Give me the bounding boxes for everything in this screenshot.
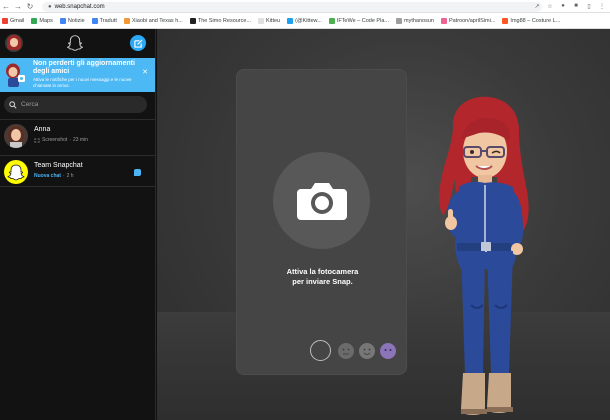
chat-name: Anna [34,126,51,133]
capture-button[interactable] [310,340,331,361]
bookmark-label: The Simo Resource... [197,17,252,24]
sidepanel-icon[interactable]: ▯ [585,2,593,10]
bookmark-favicon-icon [440,17,447,24]
lens-filter-icon[interactable] [338,343,354,359]
unread-chat-icon [134,169,141,176]
address-bar[interactable]: ● web.snapchat.com [42,2,542,12]
lens-filter-icon[interactable] [380,343,396,359]
chat-status: Nuova chat [34,173,61,179]
bookmark-label: (@Kittew... [295,17,322,24]
notification-subtitle[interactable]: Attiva le notifiche per i nuovi messaggi… [33,77,143,88]
menu-icon[interactable]: ⋮ [598,2,606,10]
chat-status-line: Screenshot · 23 min [34,137,88,143]
bookmark-item[interactable]: Img88 – Costure L... [502,17,561,24]
search-icon [9,100,17,109]
bookmark-item[interactable]: The Simo Resource... [189,17,252,24]
browser-toolbar: ← → ↻ ● web.snapchat.com ↗ ☆ ● ■ ▯ ⋮ [0,0,610,13]
avatar [4,160,28,184]
url-text: web.snapchat.com [54,4,105,10]
separator-dot: · [69,137,71,143]
bitmoji-avatar [439,96,529,415]
lens-filter-icon[interactable] [359,343,375,359]
bookmark-label: Maps [39,17,53,24]
notification-banner[interactable]: Non perderti gli aggiornamenti degli ami… [0,58,155,92]
new-chat-button[interactable] [130,35,146,51]
bookmark-label: mythanosun [403,17,434,24]
bookmark-favicon-icon [395,17,402,24]
browser-actions: ↗ ☆ ● ■ ▯ ⋮ [533,2,606,10]
screenshot-icon [34,138,40,142]
bookmark-label: IFTeWe – Code Pla... [336,17,389,24]
enable-camera-button[interactable] [273,152,370,249]
reload-icon[interactable]: ↻ [24,0,36,12]
app-window: ← → ↻ ● web.snapchat.com ↗ ☆ ● ■ ▯ ⋮ Gma… [0,0,610,420]
separator-dot: · [62,173,65,179]
bookmark-item[interactable]: Notizie [59,17,85,24]
search-input[interactable] [21,101,131,108]
bookmark-favicon-icon [189,17,196,24]
search-bar[interactable] [4,96,147,113]
bookmark-item[interactable]: Patroon/aprilSimi... [440,17,496,24]
bookmark-favicon-icon [258,17,265,24]
bookmark-favicon-icon [123,17,130,24]
bookmark-label: Tradutt [99,17,117,24]
close-icon[interactable]: ✕ [142,68,148,76]
bookmark-label: Patroon/aprilSimi... [448,17,496,24]
divider [0,186,156,187]
bookmark-label: Xiaobi and Texas h... [131,17,183,24]
bookmark-item[interactable]: Tradutt [91,17,117,24]
notification-title: Non perderti gli aggiornamenti degli ami… [33,60,135,75]
bookmark-favicon-icon [502,17,509,24]
forward-icon[interactable]: → [12,0,24,12]
chat-time: 2 h [66,173,74,179]
chat-time: 23 min [72,137,88,143]
main-panel: Attiva la fotocamera per inviare Snap. [157,29,610,420]
bookmark-favicon-icon [2,17,8,24]
camera-preview-card: Attiva la fotocamera per inviare Snap. [236,69,407,375]
bookmark-label: Notizie [67,17,85,24]
back-icon[interactable]: ← [0,0,12,12]
bookmark-item[interactable]: Gmail [2,17,25,24]
bookmark-item[interactable]: Kitteu [258,17,281,24]
bookmark-item[interactable]: Maps [31,17,53,24]
bookmark-favicon-icon [328,17,335,24]
star-icon[interactable]: ☆ [546,2,554,10]
bookmark-favicon-icon [287,17,294,24]
bookmark-favicon-icon [31,17,38,24]
snapchat-ghost-icon [67,35,83,51]
extension-icon[interactable]: ● [559,2,567,10]
avatar [4,124,28,148]
bookmark-label: Img88 – Costure L... [510,17,561,24]
bookmark-favicon-icon [91,17,98,24]
lock-icon: ● [48,4,52,10]
bookmark-label: Gmail [10,17,25,24]
sidebar: Non perderti gli aggiornamenti degli ami… [0,29,156,420]
bookmark-item[interactable]: IFTeWe – Code Pla... [328,17,389,24]
chat-status: Screenshot [42,137,68,143]
chat-item-anna[interactable]: Anna Screenshot · 23 min [0,119,155,155]
camera-prompt: Attiva la fotocamera per inviare Snap. [286,267,359,286]
chat-name: Team Snapchat [34,162,83,169]
bookmark-label: Kitteu [266,17,281,24]
sidebar-header [0,29,155,58]
bookmark-item[interactable]: mythanosun [395,17,434,24]
share-icon[interactable]: ↗ [533,2,541,10]
bookmark-item[interactable]: (@Kittew... [287,17,322,24]
profile-avatar[interactable] [5,34,23,52]
puzzle-icon[interactable]: ■ [572,2,580,10]
bookmark-favicon-icon [59,17,66,24]
chat-status-line: Nuova chat · 2 h [34,173,74,179]
bookmarks-bar: Gmail Maps Notizie Tradutt Xiaobi and Texas … [0,13,610,29]
bookmark-item[interactable]: Xiaobi and Texas h... [123,17,183,24]
compose-icon [133,38,143,48]
camera-icon [296,182,347,220]
bitmoji-mascot-icon [6,63,25,87]
